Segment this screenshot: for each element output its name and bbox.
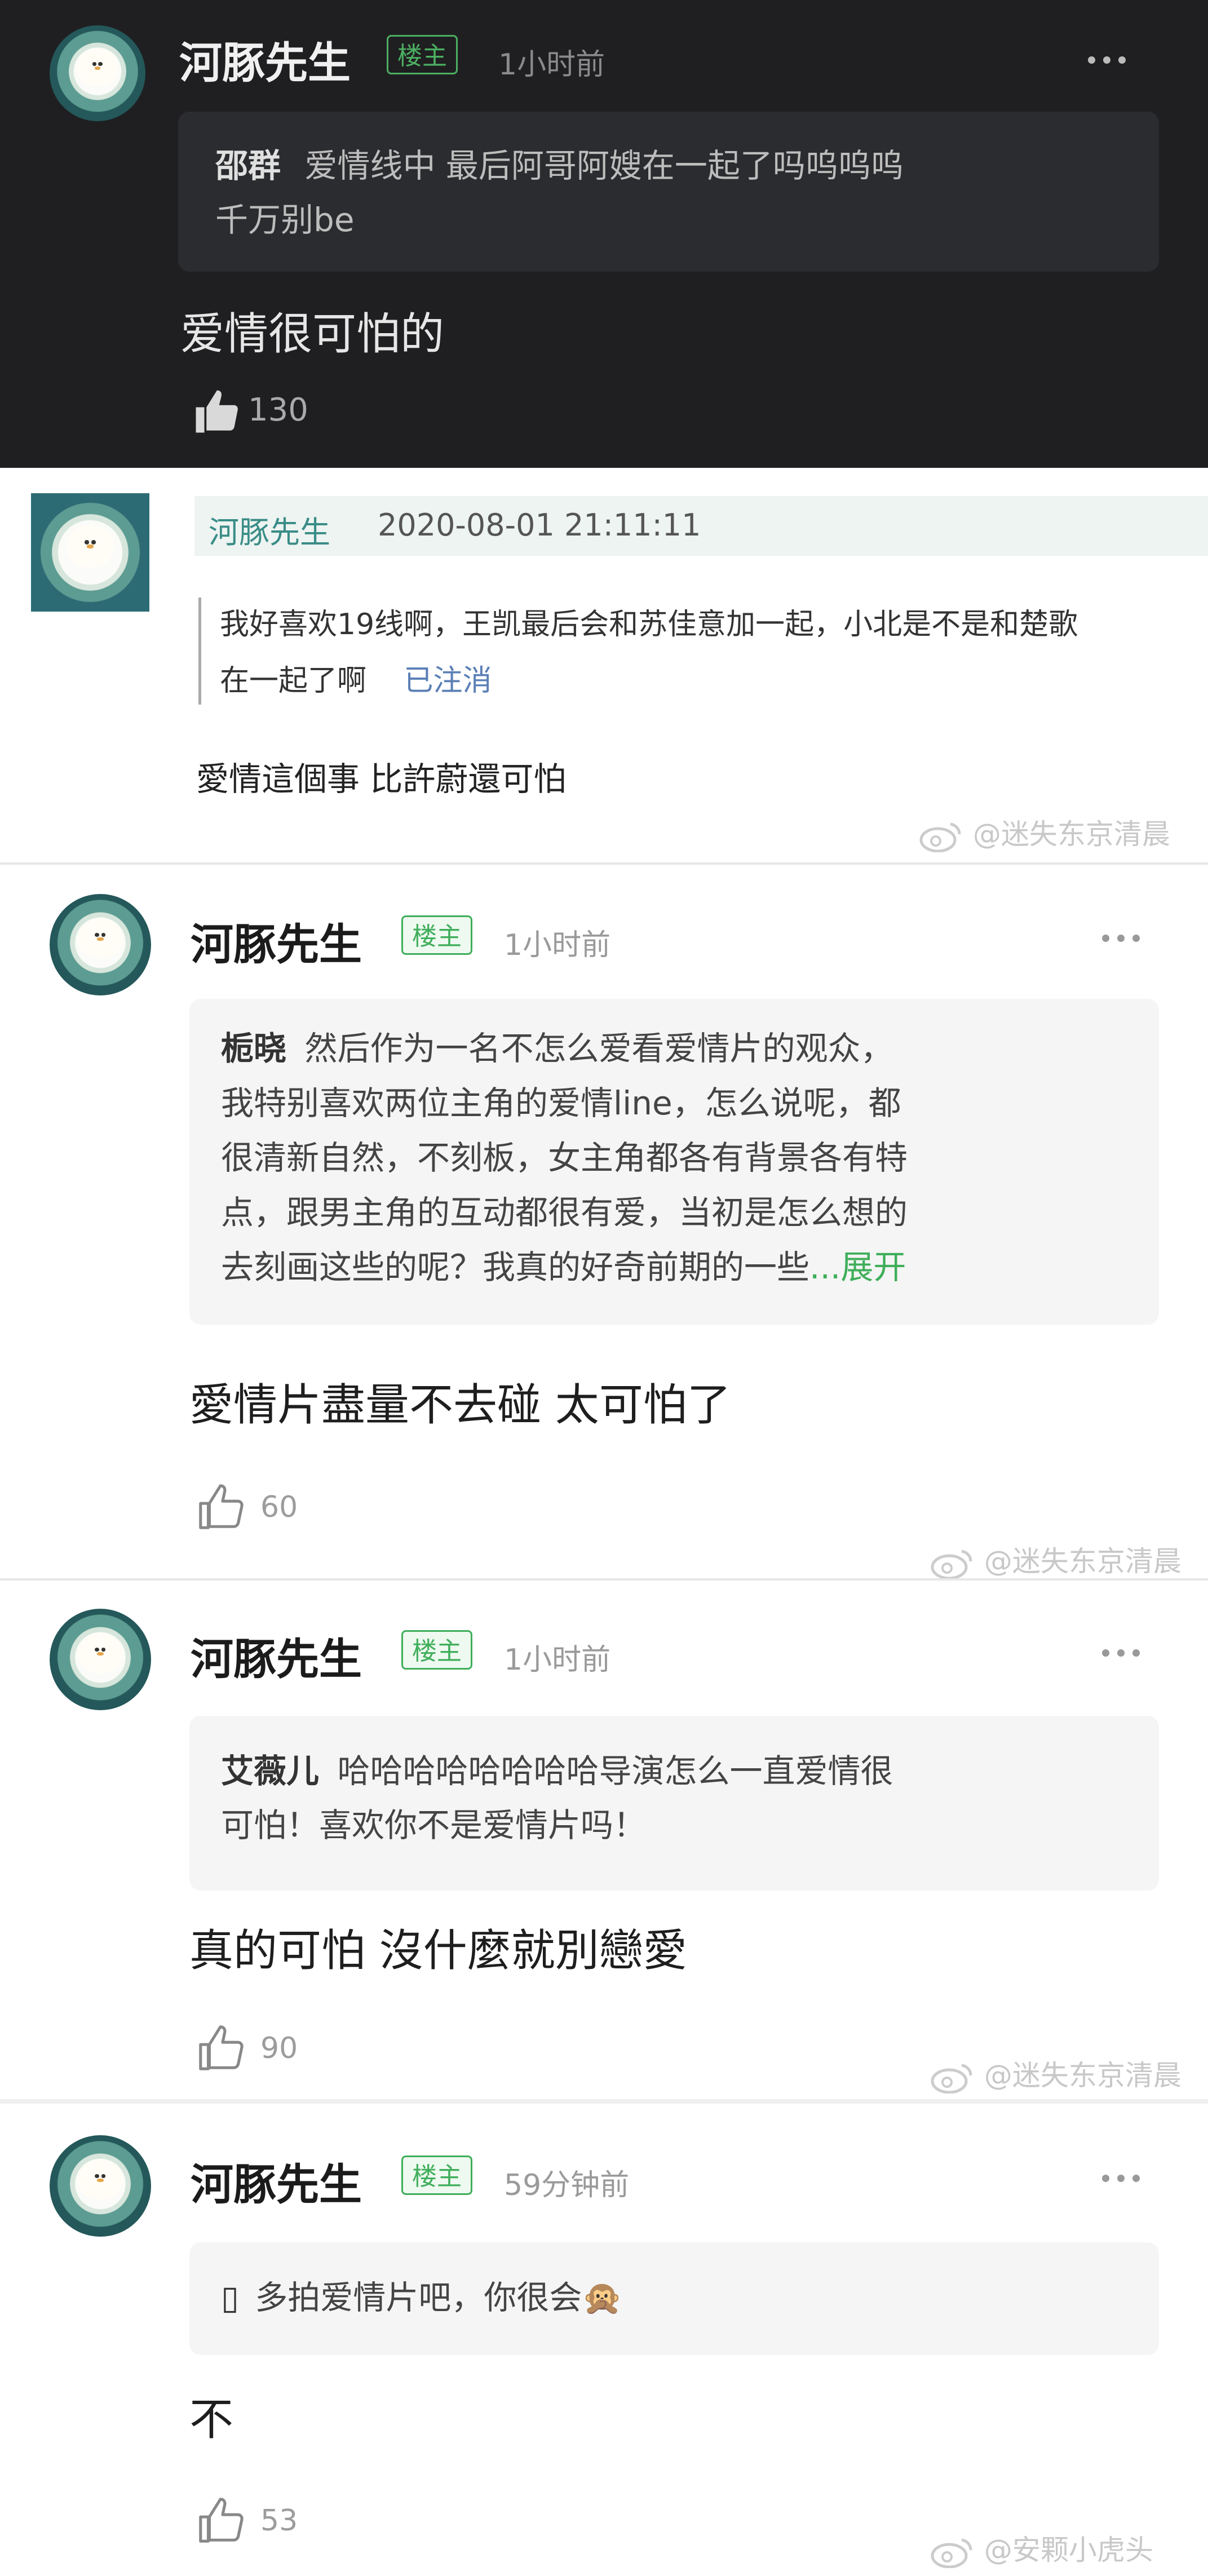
watermark: @安颗小虎头 <box>930 2528 1153 2568</box>
thumbs-up-icon[interactable] <box>195 2494 248 2547</box>
like-count: 60 <box>260 1490 298 1524</box>
divider <box>0 2099 1208 2104</box>
comment-card-web: 河豚先生 2020-08-01 21:11:11 我好喜欢19线啊，王凯最后会和… <box>0 468 1208 862</box>
comment-card-dark: 河豚先生 楼主 1小时前 邵群 爱情线中 最后阿哥阿嫂在一起了吗呜呜呜 千万别b… <box>0 0 1208 468</box>
more-icon[interactable] <box>1102 2175 1140 2182</box>
thumbs-up-icon[interactable] <box>195 2021 248 2074</box>
weibo-logo-icon <box>931 2064 972 2093</box>
author-name[interactable]: 河豚先生 <box>191 910 362 972</box>
reply-text: 爱情很可怕的 <box>180 309 445 360</box>
owner-badge: 楼主 <box>401 2155 472 2195</box>
owner-badge: 楼主 <box>387 35 458 74</box>
author-name[interactable]: 河豚先生 <box>179 28 351 90</box>
quoted-comment[interactable]: 艾薇儿 哈哈哈哈哈哈哈哈导演怎么一直爱情很 可怕！喜欢你不是爱情片吗！ <box>189 1716 1159 1891</box>
author-avatar[interactable] <box>31 493 149 612</box>
weibo-logo-icon <box>919 822 961 852</box>
expand-link[interactable]: ...展开 <box>809 1248 906 1286</box>
comment-datetime: 2020-08-01 21:11:11 <box>378 507 701 543</box>
quoted-comment: 我好喜欢19线啊，王凯最后会和苏佳意加一起，小北是不是和楚歌 在一起了啊 已注消 <box>220 596 1078 709</box>
quoted-text-line1: 我好喜欢19线啊，王凯最后会和苏佳意加一起，小北是不是和楚歌 <box>220 608 1078 641</box>
owner-badge: 楼主 <box>401 1630 472 1670</box>
author-avatar[interactable] <box>50 1609 151 1710</box>
quoted-text-line2: 千万别be <box>215 201 355 239</box>
quoted-user[interactable]: 邵群 <box>215 147 281 185</box>
more-icon[interactable] <box>1102 935 1140 942</box>
quoted-user[interactable]: 艾薇儿 <box>221 1752 319 1790</box>
watermark: @迷失东京清晨 <box>930 2053 1182 2093</box>
author-name[interactable]: 河豚先生 <box>191 2150 362 2212</box>
comment-card: 河豚先生 楼主 1小时前 栀晓 然后作为一名不怎么爱看爱情片的观众， 我特别喜欢… <box>0 865 1208 1578</box>
watermark: @迷失东京清晨 <box>919 812 1170 852</box>
quoted-text-line5: 去刻画这些的呢？我真的好奇前期的一些 <box>221 1248 810 1286</box>
comment-card: 河豚先生 楼主 59分钟前 ▯ 多拍爱情片吧，你很会🙊 不 53 @安颗小虎头 <box>0 2104 1208 2576</box>
quoted-text-line2: 在一起了啊 <box>220 664 367 698</box>
quoted-text-line2: 我特别喜欢两位主角的爱情line，怎么说呢，都 <box>221 1084 901 1122</box>
quoted-text-line3: 很清新自然，不刻板，女主角都各有背景各有特 <box>221 1139 908 1177</box>
reply-text: 真的可怕 沒什麼就別戀愛 <box>189 1926 687 1976</box>
like-count: 130 <box>248 392 308 428</box>
author-name[interactable]: 河豚先生 <box>191 1625 362 1687</box>
comment-time: 59分钟前 <box>504 2168 630 2202</box>
watermark: @迷失东京清晨 <box>930 1539 1182 1578</box>
more-icon[interactable] <box>1102 1649 1140 1657</box>
thumbs-up-icon[interactable] <box>195 1480 248 1533</box>
author-avatar[interactable] <box>50 25 145 121</box>
comment-time: 1小时前 <box>504 928 611 962</box>
quoted-user[interactable]: 栀晓 <box>221 1029 286 1068</box>
weibo-logo-icon <box>931 2538 972 2568</box>
like-count: 53 <box>260 2504 298 2538</box>
like-count: 90 <box>260 2031 298 2065</box>
quoted-text-line1: 然后作为一名不怎么爱看爱情片的观众， <box>304 1029 893 1068</box>
quoted-user[interactable]: ▯ <box>221 2278 239 2317</box>
reply-text: 愛情這個事 比許蔚還可怕 <box>196 760 567 798</box>
reply-text: 愛情片盡量不去碰 太可怕了 <box>189 1380 731 1431</box>
reply-text: 不 <box>189 2394 234 2445</box>
author-name[interactable]: 河豚先生 <box>209 507 330 552</box>
more-icon[interactable] <box>1088 56 1126 64</box>
quoted-status: 已注消 <box>404 664 492 698</box>
quoted-text-line1: 爱情线中 最后阿哥阿嫂在一起了吗呜呜呜 <box>304 147 904 185</box>
comment-header-bar <box>194 496 1208 556</box>
comment-card: 河豚先生 楼主 1小时前 艾薇儿 哈哈哈哈哈哈哈哈导演怎么一直爱情很 可怕！喜欢… <box>0 1581 1208 2099</box>
quote-bar <box>198 597 201 705</box>
quoted-text-line2: 可怕！喜欢你不是爱情片吗！ <box>221 1806 647 1844</box>
quoted-text: 多拍爱情片吧，你很会🙊 <box>255 2278 623 2317</box>
quoted-comment[interactable]: ▯ 多拍爱情片吧，你很会🙊 <box>189 2242 1159 2355</box>
quoted-comment[interactable]: 栀晓 然后作为一名不怎么爱看爱情片的观众， 我特别喜欢两位主角的爱情line，怎… <box>189 999 1159 1325</box>
quoted-comment[interactable]: 邵群 爱情线中 最后阿哥阿嫂在一起了吗呜呜呜 千万别be <box>178 112 1159 272</box>
comment-time: 1小时前 <box>498 48 605 82</box>
quoted-text-line1: 哈哈哈哈哈哈哈哈导演怎么一直爱情很 <box>337 1752 893 1790</box>
quoted-text-line4: 点，跟男主角的互动都很有爱，当初是怎么想的 <box>221 1193 908 1232</box>
owner-badge: 楼主 <box>401 915 472 955</box>
comment-time: 1小时前 <box>504 1643 611 1677</box>
author-avatar[interactable] <box>50 2135 151 2237</box>
author-avatar[interactable] <box>50 894 151 995</box>
weibo-logo-icon <box>931 1550 972 1578</box>
thumbs-up-icon[interactable] <box>192 386 242 437</box>
